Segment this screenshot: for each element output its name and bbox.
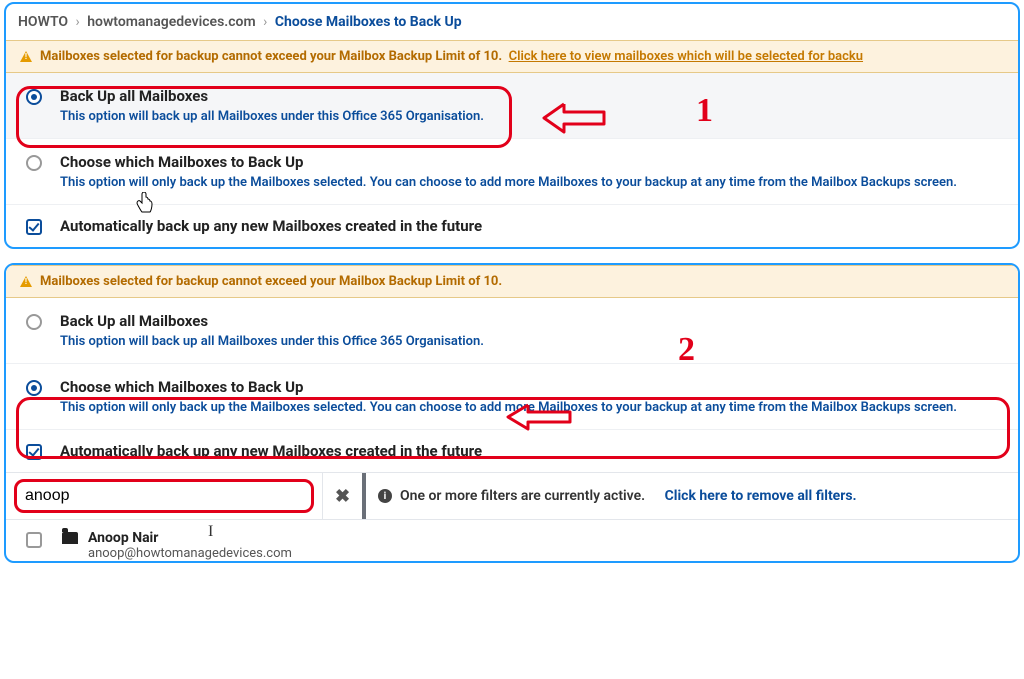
option-auto-backup[interactable]: Automatically back up any new Mailboxes … bbox=[6, 205, 1018, 247]
checkbox-icon[interactable] bbox=[26, 532, 42, 548]
warning-text: Mailboxes selected for backup cannot exc… bbox=[40, 274, 502, 289]
clear-filter-button[interactable]: ✖ bbox=[322, 473, 366, 519]
warning-banner: Mailboxes selected for backup cannot exc… bbox=[6, 265, 1018, 298]
breadcrumb-item[interactable]: howtomanagedevices.com bbox=[87, 14, 255, 30]
radio-icon[interactable] bbox=[26, 155, 42, 171]
radio-icon[interactable] bbox=[26, 380, 42, 396]
option-desc: This option will back up all Mailboxes u… bbox=[60, 334, 998, 349]
option-title: Back Up all Mailboxes bbox=[60, 312, 998, 330]
warning-icon bbox=[20, 51, 32, 62]
folder-icon bbox=[62, 532, 78, 544]
option-choose-mailboxes[interactable]: Choose which Mailboxes to Back Up This o… bbox=[6, 139, 1018, 205]
option-desc: This option will only back up the Mailbo… bbox=[60, 400, 998, 415]
warning-banner: Mailboxes selected for backup cannot exc… bbox=[6, 40, 1018, 73]
panel-step-2: Mailboxes selected for backup cannot exc… bbox=[4, 263, 1020, 563]
result-email: anoop@howtomanagedevices.com bbox=[88, 546, 292, 561]
option-backup-all[interactable]: Back Up all Mailboxes This option will b… bbox=[6, 73, 1018, 139]
chevron-right-icon: › bbox=[76, 14, 80, 30]
option-title: Automatically back up any new Mailboxes … bbox=[60, 217, 998, 235]
option-backup-all[interactable]: Back Up all Mailboxes This option will b… bbox=[6, 298, 1018, 364]
filter-active-text: One or more filters are currently active… bbox=[400, 488, 645, 504]
option-title: Automatically back up any new Mailboxes … bbox=[60, 442, 998, 460]
option-title: Choose which Mailboxes to Back Up bbox=[60, 153, 998, 171]
filter-bar: ✖ i One or more filters are currently ac… bbox=[6, 472, 1018, 520]
panel-step-1: HOWTO › howtomanagedevices.com › Choose … bbox=[4, 2, 1020, 249]
radio-icon[interactable] bbox=[26, 314, 42, 330]
remove-filters-link[interactable]: Click here to remove all filters. bbox=[665, 488, 857, 504]
mailbox-result-row[interactable]: Anoop Nair anoop@howtomanagedevices.com bbox=[6, 520, 1018, 561]
checkbox-icon[interactable] bbox=[26, 444, 42, 460]
option-desc: This option will only back up the Mailbo… bbox=[60, 175, 998, 190]
option-auto-backup[interactable]: Automatically back up any new Mailboxes … bbox=[6, 430, 1018, 472]
option-title: Back Up all Mailboxes bbox=[60, 87, 998, 105]
breadcrumb-current: Choose Mailboxes to Back Up bbox=[275, 14, 462, 30]
radio-icon[interactable] bbox=[26, 89, 42, 105]
checkbox-icon[interactable] bbox=[26, 219, 42, 235]
breadcrumb: HOWTO › howtomanagedevices.com › Choose … bbox=[6, 4, 1018, 40]
option-choose-mailboxes[interactable]: Choose which Mailboxes to Back Up This o… bbox=[6, 364, 1018, 430]
option-title: Choose which Mailboxes to Back Up bbox=[60, 378, 998, 396]
warning-icon bbox=[20, 276, 32, 287]
warning-text: Mailboxes selected for backup cannot exc… bbox=[40, 49, 502, 64]
filter-input[interactable] bbox=[14, 479, 314, 513]
warning-link[interactable]: Click here to view mailboxes which will … bbox=[509, 49, 863, 64]
result-name: Anoop Nair bbox=[88, 530, 292, 546]
option-desc: This option will back up all Mailboxes u… bbox=[60, 109, 998, 124]
close-icon: ✖ bbox=[335, 486, 350, 507]
chevron-right-icon: › bbox=[263, 14, 267, 30]
info-icon: i bbox=[378, 489, 392, 503]
breadcrumb-item[interactable]: HOWTO bbox=[18, 14, 68, 30]
